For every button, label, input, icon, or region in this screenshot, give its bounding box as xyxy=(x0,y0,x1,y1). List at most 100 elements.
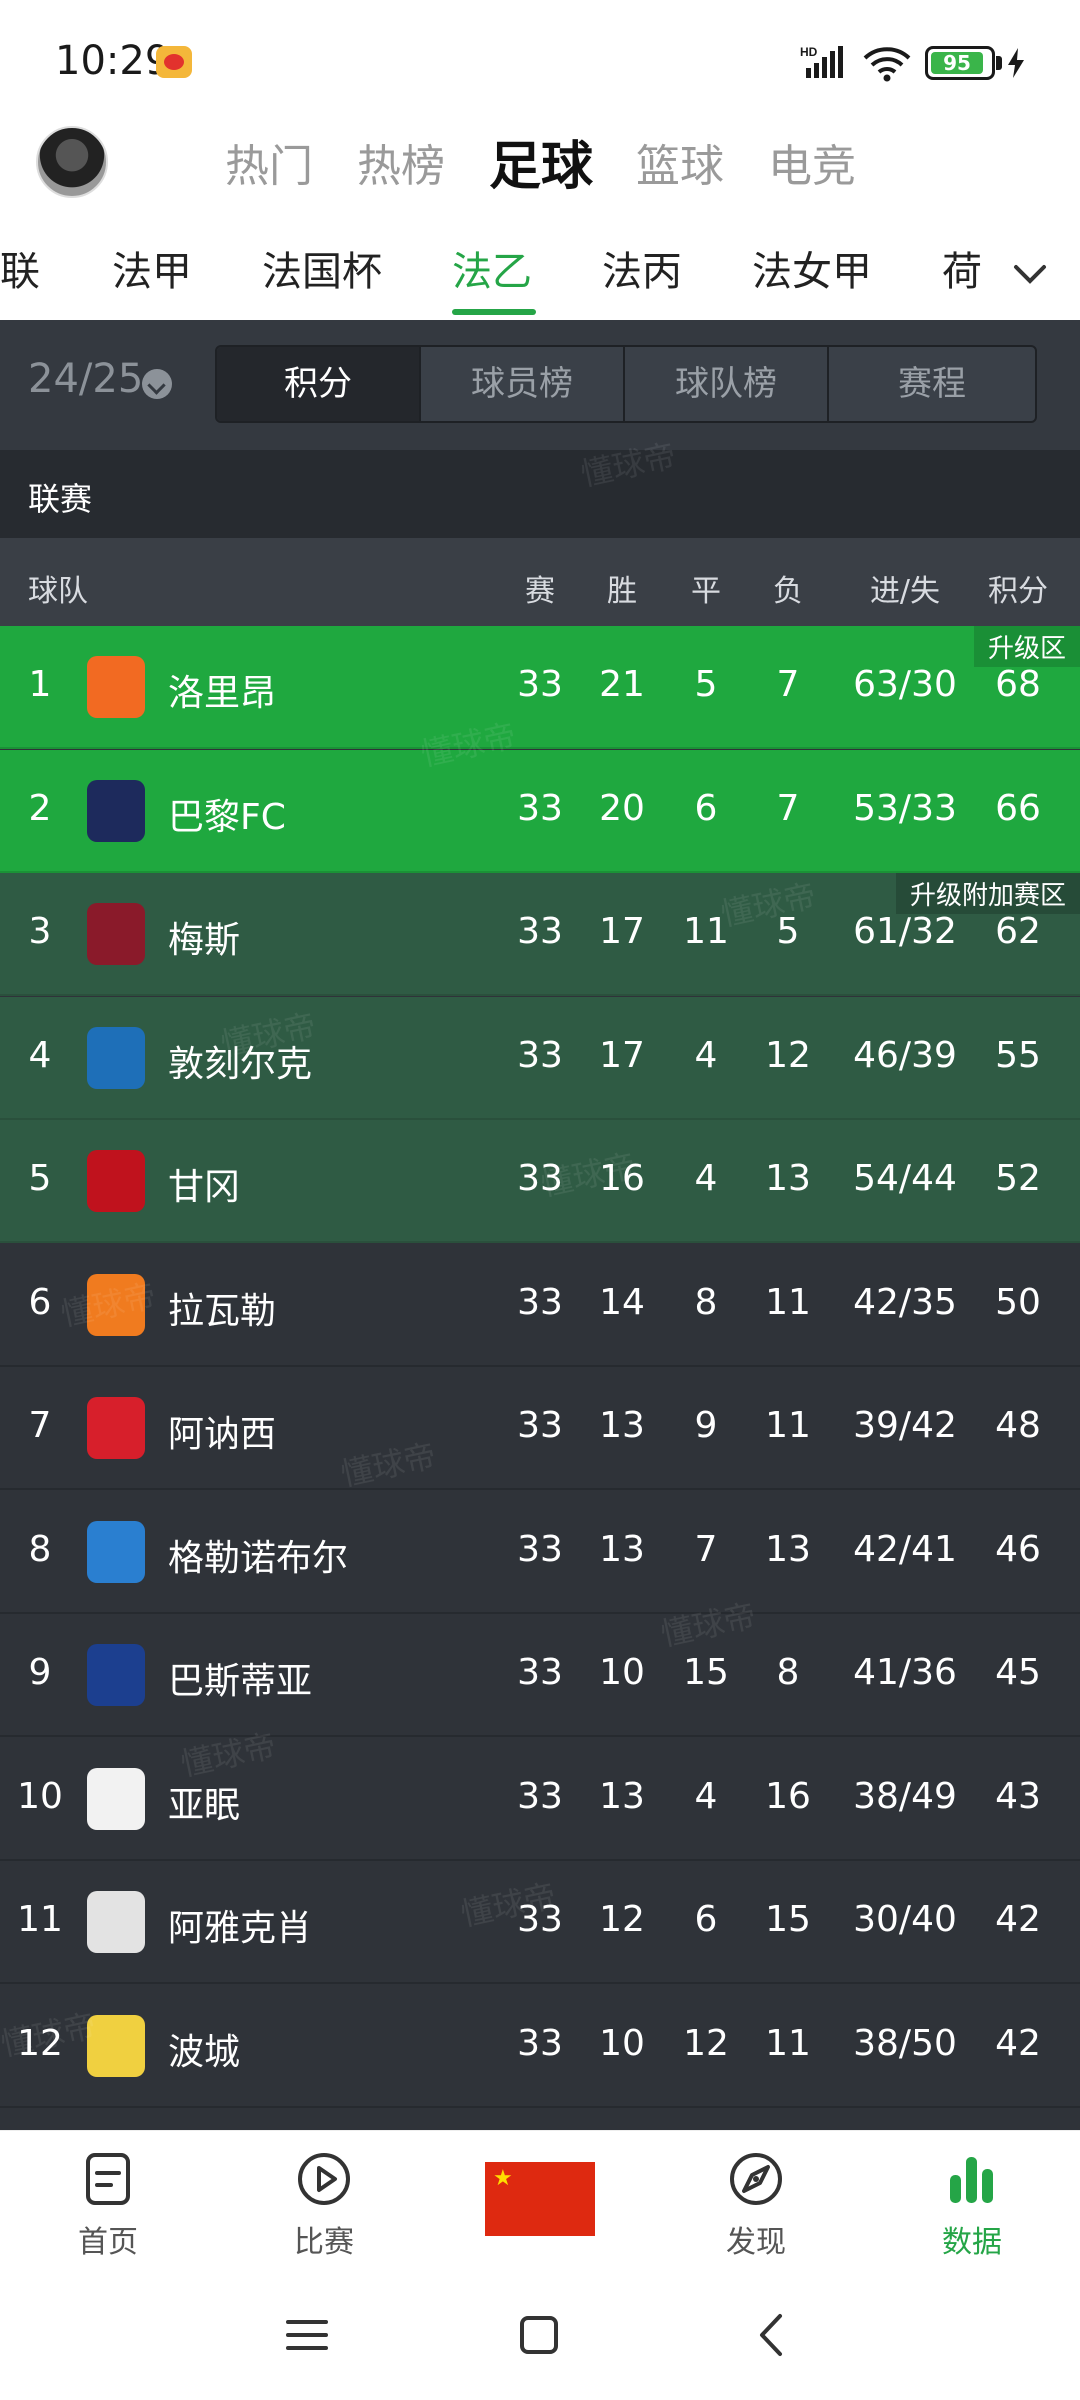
header-goals: 进/失 xyxy=(869,574,941,609)
header-team: 球队 xyxy=(28,574,88,609)
team-logo-icon xyxy=(87,1767,145,1830)
team-rank: 9 xyxy=(28,1652,52,1693)
team-logo-icon xyxy=(87,1644,145,1706)
wifi-icon xyxy=(863,47,911,82)
tab-basketball[interactable]: 篮球 xyxy=(636,130,724,194)
league-tab-ligue1[interactable]: 法甲 xyxy=(112,239,192,297)
section-header xyxy=(0,450,1080,538)
lost-count: 15 xyxy=(765,1899,811,1940)
lost-count: 11 xyxy=(765,1281,811,1323)
team-rank: 10 xyxy=(17,1775,63,1817)
drawn-count: 7 xyxy=(694,1528,718,1570)
svg-text:HD: HD xyxy=(800,45,818,59)
tab-football[interactable]: 足球 xyxy=(489,124,593,199)
team-rank: 7 xyxy=(28,1405,52,1446)
league-tab-ligue2[interactable]: 法乙 xyxy=(452,239,532,297)
segment-player-rank[interactable]: 球员榜 xyxy=(421,347,625,421)
nav-home[interactable]: 首页 xyxy=(48,2149,168,2261)
nav-discover-label: 发现 xyxy=(726,2225,786,2260)
table-row[interactable]: 4 敦刻尔克 33 17 4 12 46/39 55 xyxy=(0,996,1080,1120)
tab-hot-list[interactable]: 热榜 xyxy=(357,130,445,194)
segment-team-rank[interactable]: 球队榜 xyxy=(625,347,829,421)
points-total: 68 xyxy=(995,664,1041,705)
team-logo-icon xyxy=(87,1520,145,1583)
nav-data[interactable]: 数据 xyxy=(912,2149,1032,2261)
season-selector[interactable]: 24/25 xyxy=(28,356,143,402)
header-points: 积分 xyxy=(988,574,1048,609)
points-total: 52 xyxy=(995,1158,1041,1199)
team-logo-icon xyxy=(87,1150,145,1212)
played-count: 33 xyxy=(517,664,563,705)
tab-esports[interactable]: 电竞 xyxy=(768,130,856,194)
nav-matches-label: 比赛 xyxy=(294,2225,354,2260)
league-tab-coupe-de-france[interactable]: 法国杯 xyxy=(262,239,382,297)
tab-hot[interactable]: 热门 xyxy=(225,130,313,194)
team-rank: 3 xyxy=(28,911,52,952)
team-name: 格勒诺布尔 xyxy=(168,1537,349,1579)
battery-level: 95 xyxy=(943,51,971,75)
league-tab-partial[interactable]: 联 xyxy=(0,239,40,297)
won-count: 13 xyxy=(599,1528,645,1570)
lost-count: 7 xyxy=(776,787,800,829)
home-square-icon[interactable] xyxy=(514,2310,564,2360)
segment-standings[interactable]: 积分 xyxy=(217,347,421,421)
team-name: 亚眠 xyxy=(168,1784,241,1826)
play-circle-icon xyxy=(298,2153,350,2205)
team-name: 梅斯 xyxy=(168,920,241,961)
table-row[interactable]: 3 梅斯 33 17 11 5 61/32 62 升级附加赛区 xyxy=(0,873,1080,996)
header-lost: 负 xyxy=(773,574,803,609)
goals-for-against: 38/50 xyxy=(853,2022,957,2064)
signal-icon: HD xyxy=(800,45,843,78)
goals-for-against: 53/33 xyxy=(853,787,957,829)
league-tab-national[interactable]: 法丙 xyxy=(602,239,682,297)
nav-home-label: 首页 xyxy=(78,2225,138,2260)
points-total: 50 xyxy=(995,1281,1041,1323)
played-count: 33 xyxy=(517,1528,563,1570)
won-count: 13 xyxy=(599,1775,645,1817)
team-rank: 8 xyxy=(28,1528,52,1570)
table-row[interactable]: 9 巴斯蒂亚 33 10 15 8 41/36 45 xyxy=(0,1614,1080,1737)
table-row[interactable]: 6 拉瓦勒 33 14 8 11 42/35 50 xyxy=(0,1243,1080,1367)
team-logo-icon xyxy=(87,656,145,718)
season-dropdown-icon[interactable] xyxy=(142,369,172,399)
goals-for-against: 42/35 xyxy=(853,1281,957,1323)
points-total: 48 xyxy=(995,1405,1041,1446)
table-row[interactable]: 12 波城 33 10 12 11 38/50 42 xyxy=(0,1984,1080,2108)
won-count: 10 xyxy=(599,1652,645,1693)
nav-discover[interactable]: 发现 xyxy=(696,2149,816,2261)
home-doc-icon xyxy=(86,2153,130,2205)
drawn-count: 9 xyxy=(694,1405,718,1446)
drawn-count: 4 xyxy=(694,1775,718,1817)
table-row[interactable]: 10 亚眠 33 13 4 16 38/49 43 xyxy=(0,1737,1080,1861)
back-icon[interactable] xyxy=(748,2310,798,2360)
lost-count: 13 xyxy=(765,1158,811,1199)
battery-icon: 95 xyxy=(925,46,995,80)
lost-count: 7 xyxy=(776,664,800,705)
league-tab-womens[interactable]: 法女甲 xyxy=(752,239,872,297)
team-rank: 4 xyxy=(28,1034,52,1076)
china-flag-icon[interactable]: ★ xyxy=(485,2162,595,2236)
drawn-count: 5 xyxy=(694,664,718,705)
won-count: 12 xyxy=(599,1899,645,1940)
drawn-count: 6 xyxy=(694,787,718,829)
discover-icon xyxy=(730,2153,782,2205)
chevron-down-icon[interactable] xyxy=(1010,255,1050,295)
menu-icon[interactable] xyxy=(282,2310,332,2360)
table-row[interactable]: 7 阿讷西 33 13 9 11 39/42 48 xyxy=(0,1367,1080,1490)
segment-schedule[interactable]: 赛程 xyxy=(829,347,1035,421)
league-tab-eredivisie[interactable]: 荷 xyxy=(942,239,982,297)
won-count: 20 xyxy=(599,787,645,829)
team-name: 拉瓦勒 xyxy=(168,1290,277,1332)
nav-matches[interactable]: 比赛 xyxy=(264,2149,384,2261)
team-logo-icon xyxy=(87,779,145,842)
league-tabs: 联 法甲 法国杯 法乙 法丙 法女甲 荷 xyxy=(0,225,1080,320)
table-row[interactable]: 8 格勒诺布尔 33 13 7 13 42/41 46 xyxy=(0,1490,1080,1614)
standings-segment-control: 积分 球员榜 球队榜 赛程 xyxy=(215,345,1037,423)
drawn-count: 6 xyxy=(694,1899,718,1940)
played-count: 33 xyxy=(517,1405,563,1446)
table-row[interactable]: 2 巴黎FC 33 20 6 7 53/33 66 xyxy=(0,749,1080,873)
table-row[interactable]: 1 洛里昂 33 21 5 7 63/30 68 升级区 xyxy=(0,626,1080,749)
lost-count: 8 xyxy=(776,1652,800,1693)
drawn-count: 4 xyxy=(694,1034,718,1076)
won-count: 21 xyxy=(599,664,645,705)
